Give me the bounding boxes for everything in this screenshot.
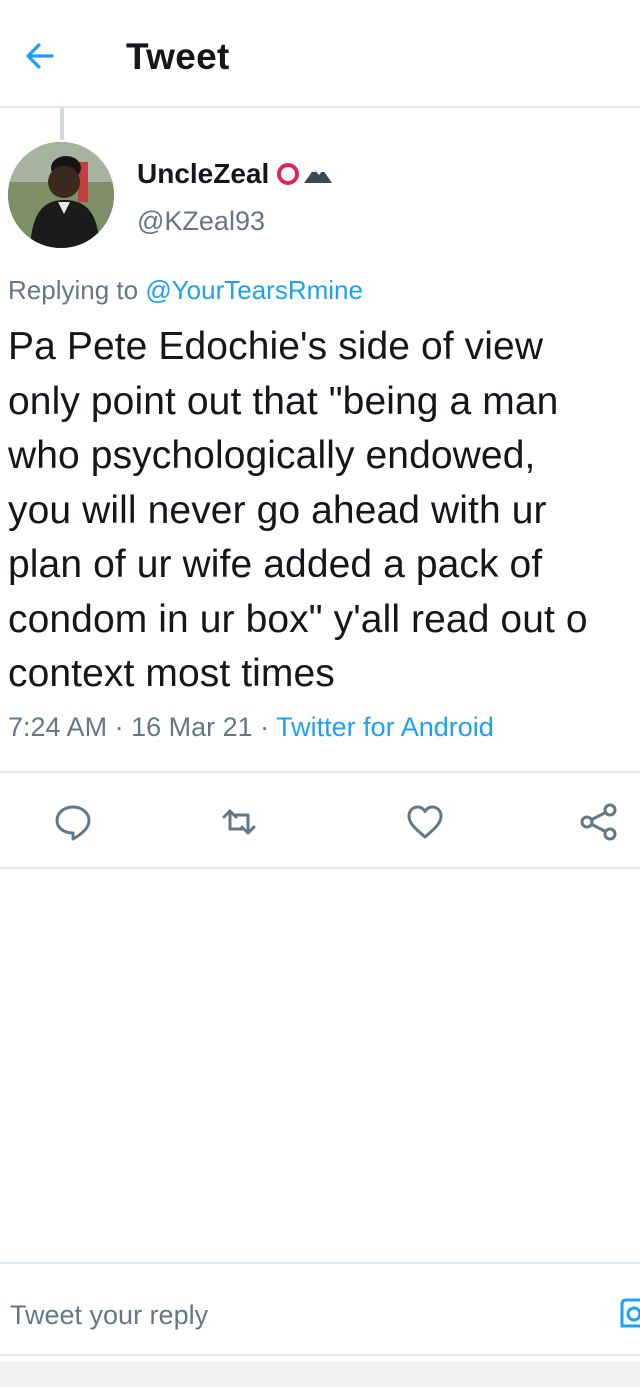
arrow-left-icon[interactable] [22, 38, 58, 74]
bottom-strip [0, 1362, 640, 1387]
tweet-time: 7:24 AM [8, 712, 108, 742]
action-bar [0, 775, 640, 867]
tweet-text-line: context most times [8, 652, 335, 695]
author-name[interactable]: UncleZeal [137, 158, 269, 190]
header-divider [0, 106, 640, 108]
avatar[interactable] [8, 142, 114, 248]
replying-prefix: Replying to [8, 275, 146, 305]
tweet-text-line: who psychologically endowed, [8, 434, 536, 477]
tweet-text-line: you will never go ahead with ur [8, 488, 547, 532]
tweet-text: Pa Pete Edochie's side of view only point… [8, 320, 640, 702]
reply-icon[interactable] [52, 801, 94, 843]
tweet-meta: 7:24 AM · 16 Mar 21 · Twitter for Androi… [8, 712, 494, 742]
camera-icon[interactable] [620, 1296, 640, 1330]
replying-to: Replying to @YourTearsRmine [8, 275, 363, 306]
author-row: UncleZeal [137, 156, 333, 192]
share-icon[interactable] [578, 801, 620, 843]
actions-divider [0, 867, 640, 869]
meta-divider [0, 771, 640, 773]
tweet-source[interactable]: Twitter for Android [276, 712, 494, 742]
tweet-text-line: Pa Pete Edochie's side of view [8, 325, 544, 368]
red-ring-icon [277, 163, 300, 185]
retweet-icon[interactable] [218, 801, 260, 843]
like-icon[interactable] [404, 801, 446, 843]
thread-connector [60, 108, 64, 140]
reply-box-bottom-divider [0, 1354, 640, 1356]
app-header: Tweet [0, 0, 640, 106]
mountain-icon [304, 169, 333, 183]
replying-to-link[interactable]: @YourTearsRmine [145, 275, 363, 305]
tweet-date: 16 Mar 21 [131, 712, 253, 742]
page-title: Tweet [126, 36, 230, 77]
tweet-text-line: only point out that "being a man [8, 379, 559, 423]
tweet-text-line: plan of ur wife added a pack of [8, 543, 543, 586]
tweet-text-line: condom in ur box" y'all read out o [8, 597, 588, 641]
reply-input[interactable]: Tweet your reply [10, 1300, 208, 1331]
author-handle[interactable]: @KZeal93 [137, 206, 265, 237]
